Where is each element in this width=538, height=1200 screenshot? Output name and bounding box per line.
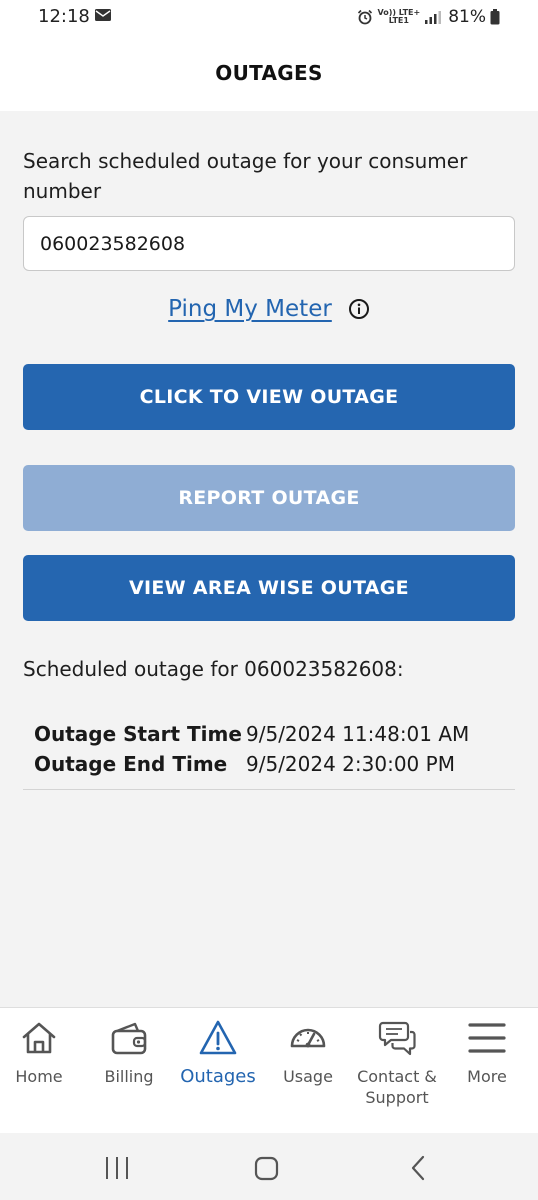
bottom-nav: Home Billing Outages Usage Contact & Sup… — [0, 1007, 538, 1133]
view-outage-button[interactable]: CLICK TO VIEW OUTAGE — [23, 364, 515, 430]
nav-label-usage: Usage — [283, 1067, 333, 1086]
outage-end-value: 9/5/2024 2:30:00 PM — [246, 752, 455, 776]
area-wise-outage-button[interactable]: VIEW AREA WISE OUTAGE — [23, 555, 515, 621]
outage-schedule-table: Outage Start Time 9/5/2024 11:48:01 AM O… — [34, 719, 504, 779]
ping-my-meter-link[interactable]: Ping My Meter — [168, 296, 332, 322]
nav-label-outages: Outages — [180, 1066, 256, 1087]
app-header: OUTAGES — [0, 34, 538, 111]
page-title: OUTAGES — [215, 60, 323, 85]
mail-notification-icon — [95, 9, 111, 21]
network-indicator: Vo)) LTE+ LTE1 — [377, 9, 420, 25]
system-nav-bar — [0, 1133, 538, 1200]
back-icon[interactable] — [404, 1153, 434, 1183]
outage-end-label: Outage End Time — [34, 752, 228, 776]
nav-item-usage[interactable]: Usage — [263, 1018, 353, 1087]
nav-label-home: Home — [15, 1067, 63, 1086]
wallet-icon — [111, 1022, 147, 1055]
consumer-number-input[interactable] — [23, 216, 515, 271]
warning-icon — [199, 1020, 237, 1055]
nav-label-billing: Billing — [104, 1067, 154, 1086]
menu-icon — [468, 1023, 506, 1053]
home-button-icon[interactable] — [252, 1153, 282, 1183]
nav-label-contact-support: Contact & Support — [357, 1067, 437, 1107]
nav-item-billing[interactable]: Billing — [84, 1018, 174, 1087]
gauge-icon — [290, 1028, 326, 1048]
battery-percent: 81% — [448, 7, 486, 27]
recent-apps-icon[interactable] — [102, 1153, 132, 1183]
battery-icon — [490, 9, 500, 25]
report-outage-button[interactable]: REPORT OUTAGE — [23, 465, 515, 531]
nav-item-home[interactable]: Home — [0, 1018, 84, 1087]
status-bar: 12:18 Vo)) LTE+ LTE1 81% — [0, 0, 538, 34]
network-label-bottom: LTE1 — [388, 16, 409, 25]
nav-item-more[interactable]: More — [442, 1018, 532, 1087]
signal-icon — [425, 11, 442, 24]
divider — [23, 789, 515, 790]
search-label: Search scheduled outage for your consume… — [23, 149, 468, 203]
info-circle-icon[interactable] — [348, 298, 370, 320]
nav-label-more: More — [467, 1067, 507, 1086]
nav-item-contact-support[interactable]: Contact & Support — [352, 1018, 442, 1108]
ping-row: Ping My Meter — [0, 296, 538, 322]
nav-item-outages[interactable]: Outages — [173, 1018, 263, 1087]
outage-start-label: Outage Start Time — [34, 722, 242, 746]
outage-end-row: Outage End Time 9/5/2024 2:30:00 PM — [34, 749, 504, 779]
status-icons: Vo)) LTE+ LTE1 81% — [357, 5, 500, 29]
status-time: 12:18 — [38, 6, 90, 27]
home-icon — [22, 1022, 56, 1054]
outage-start-value: 9/5/2024 11:48:01 AM — [246, 722, 470, 746]
outage-start-row: Outage Start Time 9/5/2024 11:48:01 AM — [34, 719, 504, 749]
alarm-icon — [358, 9, 373, 25]
chat-bubbles-icon — [378, 1021, 416, 1056]
scheduled-outage-heading: Scheduled outage for 060023582608: — [23, 657, 404, 681]
